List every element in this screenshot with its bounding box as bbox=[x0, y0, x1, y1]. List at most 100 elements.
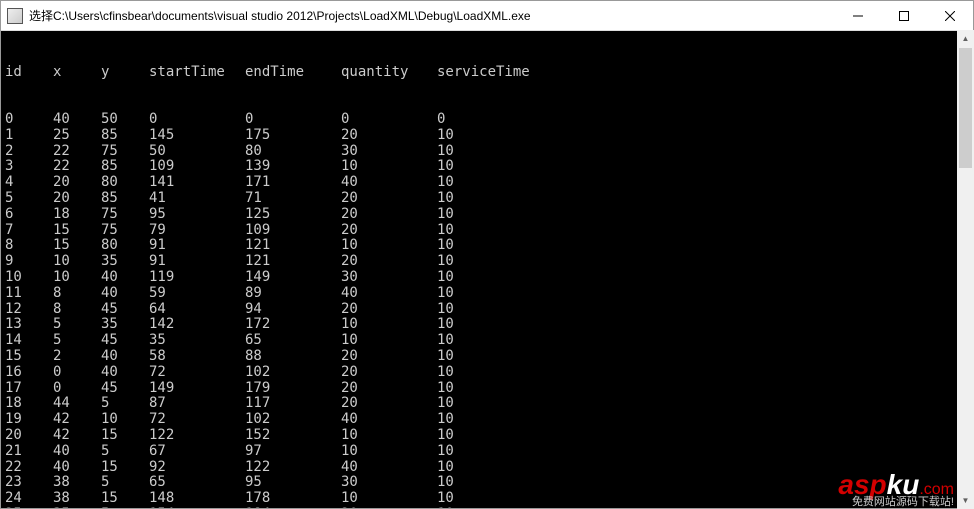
vertical-scrollbar[interactable]: ▲ ▼ bbox=[957, 30, 974, 509]
cell-id: 2 bbox=[5, 144, 53, 160]
cell-starttime: 122 bbox=[149, 428, 245, 444]
cell-y: 85 bbox=[101, 159, 149, 175]
table-row: 2227550803010 bbox=[5, 144, 969, 160]
cell-x: 40 bbox=[53, 444, 101, 460]
cell-quantity: 20 bbox=[341, 191, 437, 207]
cell-servicetime: 10 bbox=[437, 223, 533, 239]
header-id: id bbox=[5, 65, 53, 81]
cell-quantity: 20 bbox=[341, 223, 437, 239]
cell-starttime: 72 bbox=[149, 412, 245, 428]
cell-starttime: 154 bbox=[149, 507, 245, 508]
table-row: 2042151221521010 bbox=[5, 428, 969, 444]
cell-id: 5 bbox=[5, 191, 53, 207]
cell-id: 4 bbox=[5, 175, 53, 191]
cell-x: 35 bbox=[53, 507, 101, 508]
cell-servicetime: 10 bbox=[437, 444, 533, 460]
cell-endtime: 102 bbox=[245, 412, 341, 428]
cell-x: 42 bbox=[53, 428, 101, 444]
maximize-icon bbox=[899, 11, 909, 21]
cell-endtime: 179 bbox=[245, 381, 341, 397]
cell-servicetime: 10 bbox=[437, 302, 533, 318]
cell-id: 14 bbox=[5, 333, 53, 349]
window-title: 选择C:\Users\cfinsbear\documents\visual st… bbox=[29, 7, 835, 24]
cell-quantity: 20 bbox=[341, 365, 437, 381]
cell-id: 17 bbox=[5, 381, 53, 397]
cell-x: 15 bbox=[53, 238, 101, 254]
cell-endtime: 172 bbox=[245, 317, 341, 333]
cell-x: 5 bbox=[53, 317, 101, 333]
cell-y: 35 bbox=[101, 254, 149, 270]
cell-id: 6 bbox=[5, 207, 53, 223]
cell-servicetime: 10 bbox=[437, 207, 533, 223]
table-row: 2338565953010 bbox=[5, 475, 969, 491]
cell-y: 40 bbox=[101, 270, 149, 286]
cell-quantity: 40 bbox=[341, 286, 437, 302]
scroll-up-button[interactable]: ▲ bbox=[957, 30, 974, 47]
table-row: 61875951252010 bbox=[5, 207, 969, 223]
cell-y: 75 bbox=[101, 144, 149, 160]
minimize-button[interactable] bbox=[835, 1, 881, 30]
cell-starttime: 91 bbox=[149, 238, 245, 254]
cell-y: 80 bbox=[101, 175, 149, 191]
cell-starttime: 0 bbox=[149, 112, 245, 128]
cell-y: 5 bbox=[101, 507, 149, 508]
cell-starttime: 95 bbox=[149, 207, 245, 223]
close-button[interactable] bbox=[927, 1, 973, 30]
cell-endtime: 171 bbox=[245, 175, 341, 191]
cell-starttime: 50 bbox=[149, 144, 245, 160]
cell-endtime: 71 bbox=[245, 191, 341, 207]
cell-starttime: 145 bbox=[149, 128, 245, 144]
cell-quantity: 0 bbox=[341, 112, 437, 128]
cell-x: 0 bbox=[53, 381, 101, 397]
cell-id: 22 bbox=[5, 460, 53, 476]
cell-x: 40 bbox=[53, 112, 101, 128]
cell-servicetime: 10 bbox=[437, 365, 533, 381]
cell-x: 42 bbox=[53, 412, 101, 428]
cell-quantity: 40 bbox=[341, 412, 437, 428]
cell-servicetime: 10 bbox=[437, 128, 533, 144]
cell-endtime: 178 bbox=[245, 491, 341, 507]
cell-servicetime: 10 bbox=[437, 317, 533, 333]
cell-quantity: 40 bbox=[341, 175, 437, 191]
cell-servicetime: 10 bbox=[437, 460, 533, 476]
table-row: 2140567971010 bbox=[5, 444, 969, 460]
cell-id: 1 bbox=[5, 128, 53, 144]
cell-y: 40 bbox=[101, 365, 149, 381]
cell-x: 15 bbox=[53, 223, 101, 239]
cell-quantity: 20 bbox=[341, 396, 437, 412]
cell-quantity: 20 bbox=[341, 128, 437, 144]
table-row: 420801411714010 bbox=[5, 175, 969, 191]
table-body: 0405000001258514517520102227550803010322… bbox=[5, 112, 969, 508]
cell-endtime: 152 bbox=[245, 428, 341, 444]
scrollbar-thumb[interactable] bbox=[959, 48, 972, 168]
cell-x: 18 bbox=[53, 207, 101, 223]
cell-id: 19 bbox=[5, 412, 53, 428]
cell-endtime: 125 bbox=[245, 207, 341, 223]
cell-starttime: 119 bbox=[149, 270, 245, 286]
cell-starttime: 148 bbox=[149, 491, 245, 507]
scroll-down-button[interactable]: ▼ bbox=[957, 492, 974, 509]
cell-y: 15 bbox=[101, 460, 149, 476]
cell-servicetime: 10 bbox=[437, 175, 533, 191]
minimize-icon bbox=[853, 11, 863, 21]
console-output[interactable]: idxystartTimeendTimequantityserviceTime … bbox=[1, 31, 973, 508]
cell-starttime: 58 bbox=[149, 349, 245, 365]
cell-servicetime: 10 bbox=[437, 381, 533, 397]
cell-y: 80 bbox=[101, 238, 149, 254]
cell-endtime: 88 bbox=[245, 349, 341, 365]
maximize-button[interactable] bbox=[881, 1, 927, 30]
cell-servicetime: 10 bbox=[437, 286, 533, 302]
cell-x: 20 bbox=[53, 191, 101, 207]
cell-starttime: 92 bbox=[149, 460, 245, 476]
cell-x: 0 bbox=[53, 365, 101, 381]
cell-quantity: 10 bbox=[341, 159, 437, 175]
titlebar[interactable]: 选择C:\Users\cfinsbear\documents\visual st… bbox=[1, 1, 973, 31]
cell-y: 15 bbox=[101, 428, 149, 444]
header-y: y bbox=[101, 65, 149, 81]
table-row: 1454535651010 bbox=[5, 333, 969, 349]
table-row: 1284564942010 bbox=[5, 302, 969, 318]
cell-y: 5 bbox=[101, 396, 149, 412]
cell-id: 23 bbox=[5, 475, 53, 491]
cell-starttime: 65 bbox=[149, 475, 245, 491]
cell-id: 0 bbox=[5, 112, 53, 128]
